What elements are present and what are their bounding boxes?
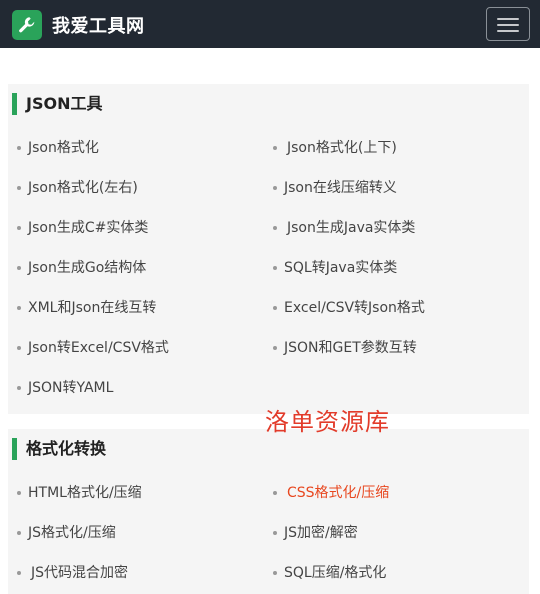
tool-label: Json生成Go结构体: [28, 260, 147, 276]
tool-label: SQL压缩/格式化: [284, 565, 387, 581]
menu-toggle-button[interactable]: [486, 7, 530, 41]
tool-label: Json格式化(上下): [287, 140, 397, 156]
tool-label: JS加密/解密: [284, 525, 358, 541]
tool-label: SQL转Java实体类: [284, 260, 398, 276]
brand-logo-link[interactable]: 我爱工具网: [12, 10, 145, 40]
tool-label: HTML格式化/压缩: [28, 485, 142, 501]
tool-label: JSON转YAML: [28, 380, 114, 396]
tool-label: Json生成Java实体类: [287, 220, 416, 236]
tool-label: JSON和GET参数互转: [284, 340, 417, 356]
tool-label: JS格式化/压缩: [28, 525, 116, 541]
section-title: 格式化转换: [12, 438, 106, 460]
tool-label: JS代码混合加密: [31, 565, 129, 581]
tool-label: Json转Excel/CSV格式: [28, 340, 169, 356]
tool-label: Json在线压缩转义: [284, 180, 397, 196]
brand-name: 我爱工具网: [52, 16, 145, 37]
section-format-conversion: 格式化转换 HTML格式化/压缩 CSS格式化/压缩 JS格式化/压缩 JS加密…: [8, 429, 529, 594]
wrench-icon: [12, 10, 42, 40]
tool-label: Json格式化: [28, 140, 99, 156]
tool-label: CSS格式化/压缩: [287, 485, 390, 501]
tool-label: Excel/CSV转Json格式: [284, 300, 425, 316]
watermark-text: 洛单资源库: [265, 408, 390, 436]
top-navbar: 我爱工具网: [0, 0, 540, 48]
tool-label: Json格式化(左右): [28, 180, 138, 196]
tool-label: Json生成C#实体类: [28, 220, 149, 236]
tool-label: XML和Json在线互转: [28, 300, 157, 316]
section-json-tools: JSON工具 Json格式化 Json格式化(上下) Json格式化(左右) J…: [8, 84, 529, 414]
section-title: JSON工具: [12, 93, 102, 115]
